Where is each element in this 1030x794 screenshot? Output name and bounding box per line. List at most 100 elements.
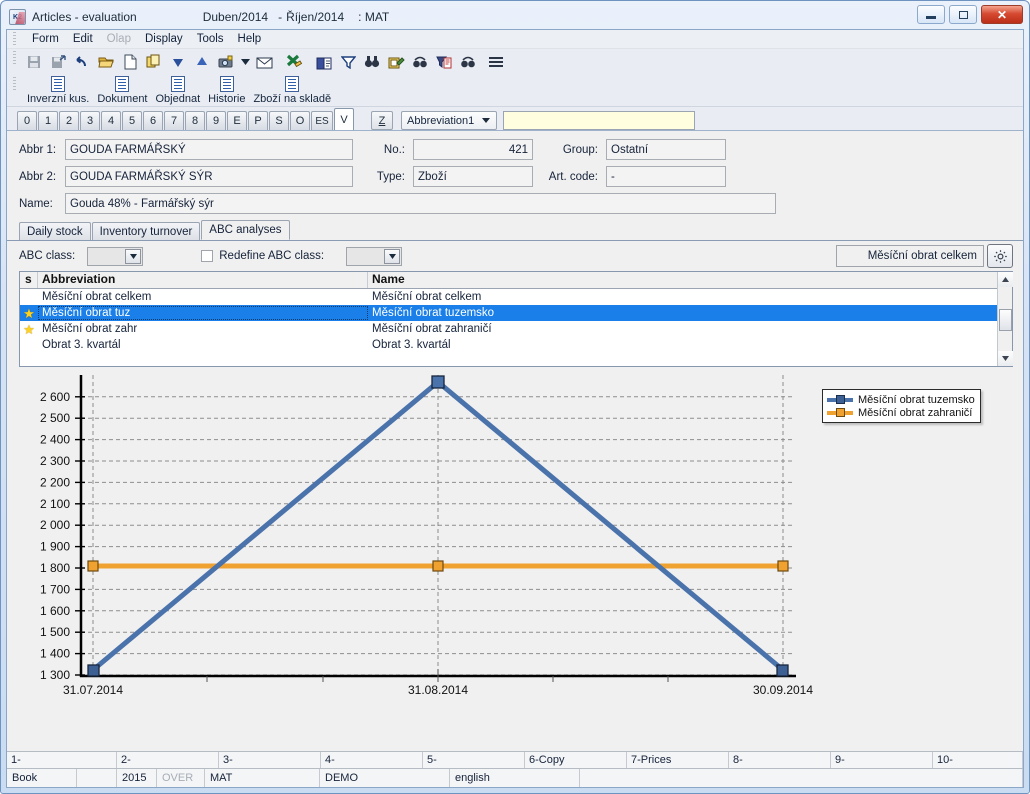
down-arrow-icon[interactable] bbox=[167, 51, 189, 73]
status-language: english bbox=[450, 769, 580, 787]
page-tab-p[interactable]: P bbox=[248, 111, 268, 130]
abc-class-row: ABC class: Redefine ABC class: Měsíční o… bbox=[7, 241, 1023, 271]
fkey-6-copy[interactable]: 6-Copy bbox=[525, 752, 627, 768]
menu-item-edit[interactable]: Edit bbox=[66, 32, 100, 46]
fkey-10[interactable]: 10- bbox=[933, 752, 1023, 768]
legend-swatch-tuzemsko bbox=[827, 398, 853, 402]
undo-icon[interactable] bbox=[71, 51, 93, 73]
filter-icon[interactable] bbox=[337, 51, 359, 73]
edit-note-icon[interactable] bbox=[385, 51, 407, 73]
button-inverzni-kus[interactable]: Inverzní kus. bbox=[23, 76, 93, 106]
binoculars-icon[interactable] bbox=[361, 51, 383, 73]
save-as-icon[interactable] bbox=[47, 51, 69, 73]
book-icon[interactable] bbox=[313, 51, 335, 73]
menu-lines-icon[interactable] bbox=[485, 51, 507, 73]
tab-abc-analyses[interactable]: ABC analyses bbox=[201, 220, 289, 240]
excel-export-icon[interactable] bbox=[283, 51, 305, 73]
menu-item-help[interactable]: Help bbox=[231, 32, 269, 46]
page-tab-e[interactable]: E bbox=[227, 111, 247, 130]
menu-item-form[interactable]: Form bbox=[25, 32, 66, 46]
camera-icon[interactable] bbox=[215, 51, 237, 73]
page-tab-es[interactable]: ES bbox=[311, 111, 333, 130]
page-tab-1[interactable]: 1 bbox=[38, 111, 58, 130]
page-tab-s[interactable]: S bbox=[269, 111, 289, 130]
page-tab-6[interactable]: 6 bbox=[143, 111, 163, 130]
page-tab-5[interactable]: 5 bbox=[122, 111, 142, 130]
table-row[interactable]: Obrat 3. kvartál Obrat 3. kvartál bbox=[20, 337, 997, 353]
dropdown-caret-icon[interactable] bbox=[239, 51, 251, 73]
page-tab-9[interactable]: 9 bbox=[206, 111, 226, 130]
page-tab-4[interactable]: 4 bbox=[101, 111, 121, 130]
scrollbar-thumb[interactable] bbox=[999, 309, 1012, 331]
status-spacer-2 bbox=[580, 769, 1023, 787]
selected-analysis-button[interactable]: Měsíční obrat celkem bbox=[836, 245, 984, 267]
page-tab-3[interactable]: 3 bbox=[80, 111, 100, 130]
artcode-field[interactable]: - bbox=[606, 166, 726, 187]
shortcut-toolbar-grip[interactable] bbox=[13, 77, 16, 92]
button-dokument[interactable]: Dokument bbox=[93, 76, 151, 106]
maximize-button[interactable] bbox=[949, 5, 977, 24]
fkey-4[interactable]: 4- bbox=[321, 752, 423, 768]
type-field[interactable]: Zboží bbox=[413, 166, 533, 187]
z-button[interactable]: Z bbox=[371, 111, 393, 130]
group-field[interactable]: Ostatní bbox=[606, 139, 726, 160]
table-row[interactable]: ★ Měsíční obrat zahr Měsíční obrat zahra… bbox=[20, 321, 997, 337]
tab-daily-stock[interactable]: Daily stock bbox=[19, 222, 91, 240]
field-row-1: Abbr 1: GOUDA FARMÁŘSKÝ No.: 421 Group: … bbox=[7, 138, 1023, 161]
table-row[interactable]: ★ Měsíční obrat tuz Měsíční obrat tuzems… bbox=[20, 305, 997, 321]
redefine-abc-select[interactable] bbox=[346, 247, 402, 266]
menu-item-display[interactable]: Display bbox=[138, 32, 190, 46]
grid-vertical-scrollbar[interactable] bbox=[997, 272, 1012, 366]
grid-header-s[interactable]: s bbox=[20, 272, 38, 288]
page-tab-0[interactable]: 0 bbox=[17, 111, 37, 130]
toolbar-grip-handle[interactable] bbox=[13, 51, 16, 66]
new-document-icon[interactable] bbox=[119, 51, 141, 73]
scroll-up-icon[interactable] bbox=[998, 272, 1013, 287]
abbr2-field[interactable]: GOUDA FARMÁŘSKÝ SÝR bbox=[65, 166, 353, 187]
copy-icon[interactable] bbox=[143, 51, 165, 73]
button-zbozi-na-sklade[interactable]: Zboží na skladě bbox=[249, 76, 335, 106]
redefine-abc-checkbox[interactable] bbox=[201, 250, 213, 262]
quick-search-input[interactable] bbox=[503, 111, 695, 130]
page-tab-o[interactable]: O bbox=[290, 111, 310, 130]
table-row[interactable]: Měsíční obrat celkem Měsíční obrat celke… bbox=[20, 289, 997, 305]
abc-class-select[interactable] bbox=[87, 247, 143, 266]
page-tab-v[interactable]: V bbox=[334, 108, 354, 130]
open-folder-icon[interactable] bbox=[95, 51, 117, 73]
fkey-8[interactable]: 8- bbox=[729, 752, 831, 768]
fkey-1[interactable]: 1- bbox=[7, 752, 117, 768]
name-label: Name: bbox=[7, 198, 65, 210]
up-arrow-icon[interactable] bbox=[191, 51, 213, 73]
grid-header-name[interactable]: Name bbox=[368, 272, 997, 288]
gear-icon[interactable] bbox=[987, 244, 1013, 268]
menu-item-tools[interactable]: Tools bbox=[190, 32, 231, 46]
scroll-down-icon[interactable] bbox=[998, 351, 1013, 366]
no-field[interactable]: 421 bbox=[413, 139, 533, 160]
binoculars-next-icon[interactable] bbox=[409, 51, 431, 73]
save-icon[interactable] bbox=[23, 51, 45, 73]
abbreviation-combo[interactable]: Abbreviation1 bbox=[401, 111, 497, 130]
page-tab-2[interactable]: 2 bbox=[59, 111, 79, 130]
fkey-7-prices[interactable]: 7-Prices bbox=[627, 752, 729, 768]
report-icon[interactable] bbox=[433, 51, 455, 73]
binoculars-prev-icon[interactable] bbox=[457, 51, 479, 73]
no-label: No.: bbox=[353, 144, 413, 156]
page-tab-7[interactable]: 7 bbox=[164, 111, 184, 130]
fkey-5[interactable]: 5- bbox=[423, 752, 525, 768]
abbr1-field[interactable]: GOUDA FARMÁŘSKÝ bbox=[65, 139, 353, 160]
name-field[interactable]: Gouda 48% - Farmářský sýr bbox=[65, 193, 776, 214]
fkey-2[interactable]: 2- bbox=[117, 752, 219, 768]
button-objednat[interactable]: Objednat bbox=[152, 76, 205, 106]
tab-inventory-turnover[interactable]: Inventory turnover bbox=[92, 222, 201, 240]
menu-grip-handle[interactable] bbox=[13, 32, 16, 47]
grid-header-abbreviation[interactable]: Abbreviation bbox=[38, 272, 368, 288]
close-button[interactable]: ✕ bbox=[981, 5, 1023, 24]
application-window: K2 Articles - evaluation Duben/2014 - Ří… bbox=[0, 0, 1030, 794]
button-label: Historie bbox=[208, 93, 245, 105]
fkey-3[interactable]: 3- bbox=[219, 752, 321, 768]
button-historie[interactable]: Historie bbox=[204, 76, 249, 106]
fkey-9[interactable]: 9- bbox=[831, 752, 933, 768]
envelope-icon[interactable] bbox=[253, 51, 275, 73]
minimize-button[interactable] bbox=[917, 5, 945, 24]
page-tab-8[interactable]: 8 bbox=[185, 111, 205, 130]
